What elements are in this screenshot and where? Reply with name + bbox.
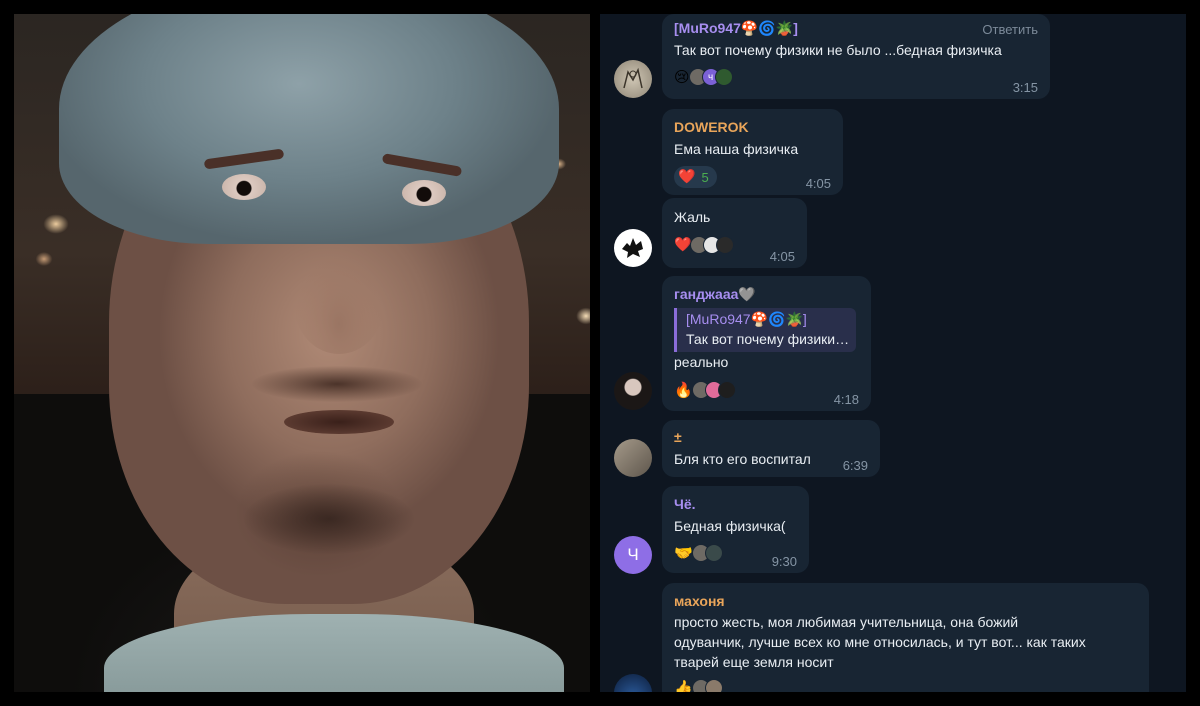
message-text: Ема наша физичка	[674, 141, 799, 157]
message-time: 4:05	[769, 249, 795, 264]
reactor-avatar	[717, 381, 736, 399]
message-text: Бля кто его воспитал	[674, 451, 811, 467]
message-time: 6:39	[842, 458, 868, 473]
message-text-line: одуванчик, лучше всех ко мне относилась,…	[674, 634, 1086, 650]
sketch-avatar[interactable]	[614, 60, 652, 98]
message-bubble[interactable]: Жаль ❤️ 4:05	[662, 198, 807, 268]
message-bubble[interactable]: ± Бля кто его воспитал 6:39	[662, 420, 880, 477]
reactor-avatar	[716, 236, 735, 254]
message-author[interactable]: DOWEROK	[674, 119, 749, 135]
photo-beard	[244, 484, 414, 554]
reactor-avatar	[704, 679, 723, 692]
quote-text: Так вот почему физики не было ...бедная …	[686, 331, 851, 347]
message-text: Жаль	[674, 209, 711, 225]
message-author[interactable]: Чё.	[674, 496, 696, 512]
message-author[interactable]: ±	[674, 429, 682, 445]
message-author[interactable]: [MuRo947🍄🌀🪴]	[674, 20, 798, 37]
message-bubble[interactable]: [MuRo947🍄🌀🪴] Ответить Так вот почему физ…	[662, 14, 1050, 99]
message-bubble[interactable]: махоня просто жесть, моя любимая учитель…	[662, 583, 1149, 692]
message-bubble[interactable]: ганджааа🩶 [MuRo947🍄🌀🪴] Так вот почему фи…	[662, 276, 871, 411]
reactions-row[interactable]: 👍	[674, 677, 723, 692]
quoted-reply[interactable]: [MuRo947🍄🌀🪴] Так вот почему физики не бы…	[674, 308, 856, 352]
room-avatar[interactable]	[614, 439, 652, 477]
handshake-reaction-icon[interactable]: 🤝	[674, 542, 693, 564]
collage-frame: [MuRo947🍄🌀🪴] Ответить Так вот почему физ…	[0, 0, 1200, 706]
splash-icon	[622, 238, 643, 258]
message-time: 3:15	[1012, 80, 1038, 95]
message-bubble[interactable]: DOWEROK Ема наша физичка ❤️ 5 4:05	[662, 109, 843, 195]
message-author[interactable]: махоня	[674, 593, 725, 609]
message-text: реально	[674, 354, 729, 370]
night-avatar[interactable]	[614, 674, 652, 692]
message-bubble[interactable]: Чё. Бедная физичка( 🤝 9:30	[662, 486, 809, 573]
quote-author: [MuRo947🍄🌀🪴]	[686, 311, 807, 327]
photo-mouth	[284, 410, 394, 434]
message-time: 4:05	[805, 176, 831, 191]
video-still-photo	[14, 14, 590, 692]
heart-reaction-icon[interactable]: ❤️	[674, 234, 691, 256]
reactions-row[interactable]: ❤️	[674, 234, 735, 256]
message-time: 9:30	[771, 554, 797, 569]
reaction-count: 5	[701, 169, 709, 185]
reactions-row[interactable]: 🔥	[674, 379, 736, 401]
fire-reaction-icon[interactable]: 🔥	[674, 379, 693, 401]
chat-panel[interactable]: [MuRo947🍄🌀🪴] Ответить Так вот почему физ…	[600, 14, 1186, 692]
message-text-line: просто жесть, моя любимая учительница, о…	[674, 614, 1019, 630]
message-text-line: тварей еще земля носит	[674, 654, 834, 670]
crying-emoji-reaction[interactable]: 😢	[674, 66, 690, 88]
photo-nose	[294, 254, 384, 354]
photo-knit-hat	[59, 14, 559, 244]
sketch-icon	[623, 67, 643, 89]
black-splash-avatar[interactable]	[614, 229, 652, 267]
message-text: Бедная физичка(	[674, 518, 786, 534]
thumbs-up-reaction-icon[interactable]: 👍	[674, 677, 693, 692]
photo-mustache	[252, 366, 422, 402]
message-text: Так вот почему физики не было ...бедная …	[674, 42, 1002, 58]
letter-avatar[interactable]: Ч	[614, 536, 652, 574]
reactions-row[interactable]: ❤️ 5	[674, 166, 717, 188]
reactions-row[interactable]: 🤝	[674, 542, 723, 564]
reactor-avatar	[704, 544, 723, 562]
reactor-avatar	[714, 68, 733, 86]
message-author[interactable]: ганджааа🩶	[674, 286, 756, 303]
message-time: 4:18	[833, 392, 859, 407]
heart-reaction-icon[interactable]: ❤️	[678, 166, 695, 188]
photo-right-eye	[402, 180, 446, 206]
girl-avatar[interactable]	[614, 372, 652, 410]
reply-button[interactable]: Ответить	[982, 22, 1038, 37]
photo-left-eye	[222, 174, 266, 200]
reactions-row[interactable]: 😢 ч	[674, 66, 733, 88]
